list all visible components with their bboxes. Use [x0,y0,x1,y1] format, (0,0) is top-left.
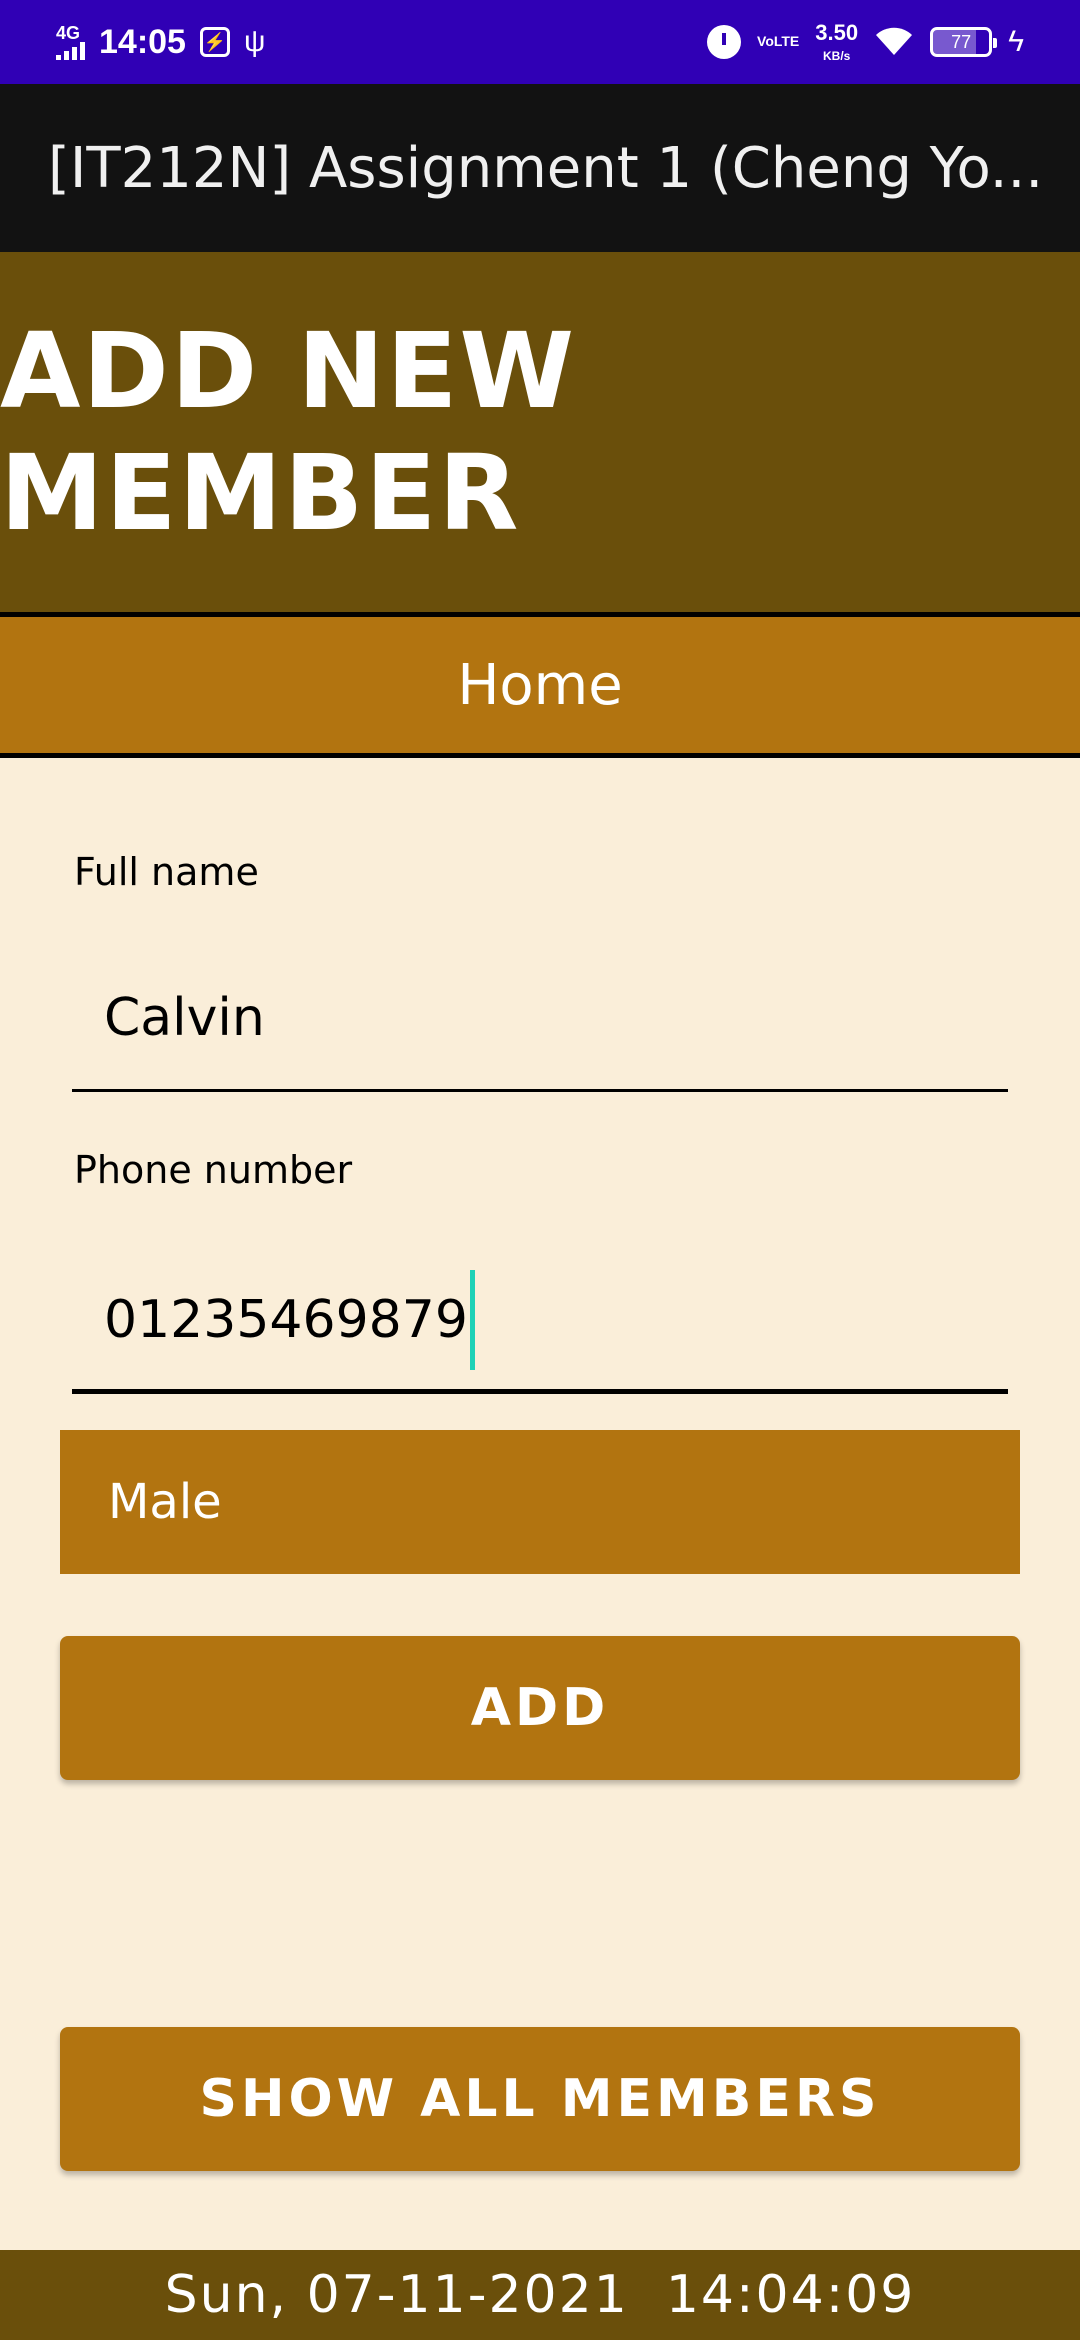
footer-datetime: Sun, 07-11-2021 14:04:09 [164,2265,916,2325]
battery-level: 77 [951,32,972,52]
full-name-value: Calvin [104,988,265,1048]
status-bar: 4G 14:05 ⚡ ψ VoLTE 3.50 KB/s 77 ϟ [0,0,1080,84]
full-name-field[interactable]: Calvin [72,960,1008,1092]
gender-dropdown[interactable]: Male [60,1430,1020,1574]
phone-number-field[interactable]: 01235469879 [72,1260,1008,1394]
home-label: Home [457,652,623,718]
phone-number-underline [72,1389,1008,1394]
signal-icon: 4G [56,24,85,60]
page-title: ADD NEW MEMBER [0,310,577,554]
home-button[interactable]: Home [0,617,1080,753]
network-speed-value: 3.50 [815,20,859,45]
phone-number-input: 01235469879 [104,1270,475,1370]
add-button[interactable]: ADD [60,1636,1020,1780]
show-all-members-label: SHOW ALL MEMBERS [199,2069,881,2129]
status-time: 14:05 [99,22,186,61]
app-title: [IT212N] Assignment 1 (Cheng Yo... [48,135,1044,201]
alarm-icon [707,25,742,59]
wifi-icon [876,27,913,55]
phone-number-value: 01235469879 [104,1290,468,1350]
volte-icon: VoLTE [757,33,800,50]
usb-icon: ψ [243,25,266,58]
battery-icon: 77 [930,27,998,57]
show-all-members-button[interactable]: SHOW ALL MEMBERS [60,2027,1020,2171]
add-button-label: ADD [470,1678,610,1738]
phone-number-label: Phone number [74,1148,353,1192]
full-name-label: Full name [74,850,259,894]
charging-icon: ϟ [1008,25,1024,58]
nav-divider [0,753,1080,758]
footer-datetime-bar: Sun, 07-11-2021 14:04:09 [0,2250,1080,2340]
network-speed: 3.50 KB/s [815,20,859,63]
network-type: 4G [56,23,81,43]
usb-debug-icon: ⚡ [199,27,230,57]
gender-selected: Male [108,1474,222,1530]
page-header: ADD NEW MEMBER [0,252,1080,612]
network-speed-unit: KB/s [823,49,851,63]
app-bar: [IT212N] Assignment 1 (Cheng Yo... [0,84,1080,252]
full-name-underline [72,1089,1008,1092]
text-cursor [469,1270,475,1370]
